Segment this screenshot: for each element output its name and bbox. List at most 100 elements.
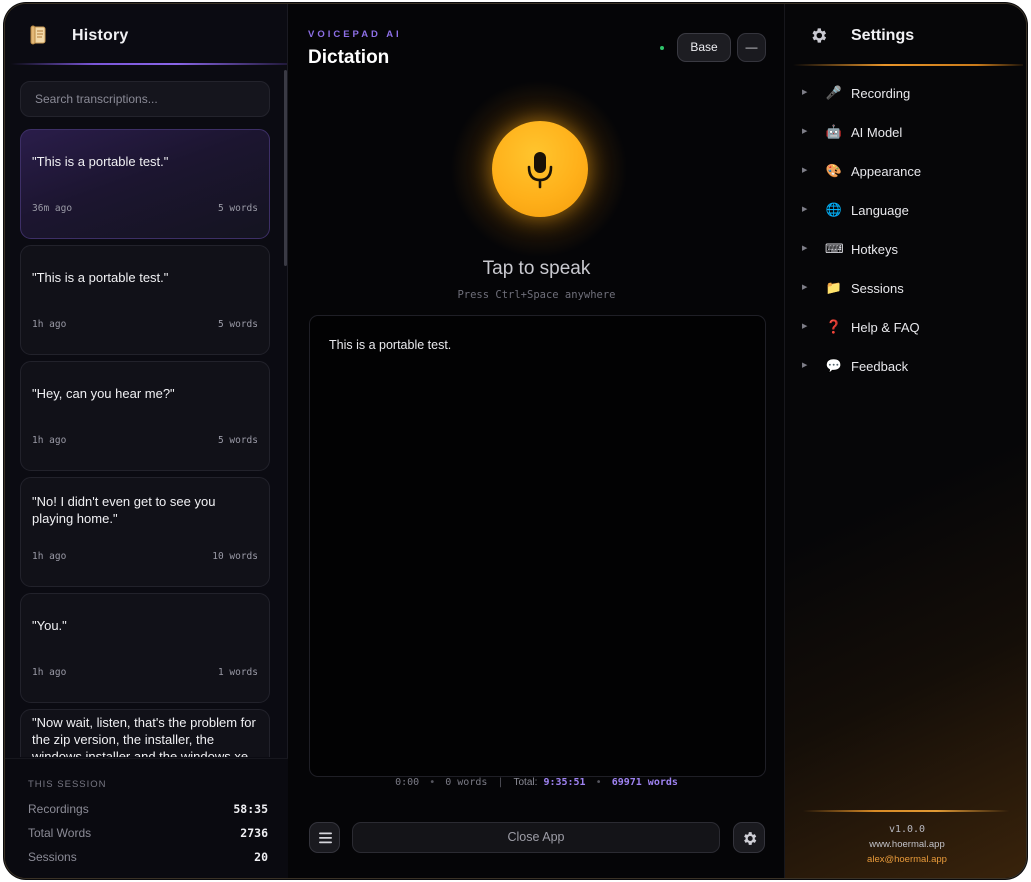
session-stats: THIS SESSION Recordings 58:35 Total Word… (5, 758, 288, 878)
history-item-meta: 1h ago 5 words (32, 319, 258, 330)
session-count-row: Sessions 20 (28, 850, 268, 864)
chevron-right-icon: ▶ (802, 128, 808, 135)
transcript-text: This is a portable test. (329, 338, 452, 352)
settings-item-hotkeys[interactable]: ▶ ⌨ Hotkeys (785, 233, 1026, 267)
history-item[interactable]: "This is a portable test." 1h ago 5 word… (20, 245, 270, 355)
microphone-icon: 🎤 (825, 85, 843, 100)
history-scrollbar[interactable] (284, 70, 287, 266)
total-words: 69971 words (611, 777, 678, 788)
settings-item-feedback[interactable]: ▶ 💬 Feedback (785, 350, 1026, 384)
total-time: 9:35:51 (543, 777, 586, 788)
settings-button[interactable] (733, 822, 765, 853)
history-item[interactable]: "Now wait, listen, that's the problem fo… (20, 709, 270, 757)
settings-item-ai-model[interactable]: ▶ 🤖 AI Model (785, 116, 1026, 150)
record-button[interactable] (492, 121, 588, 217)
settings-item-recording[interactable]: ▶ 🎤 Recording (785, 77, 1026, 111)
history-item-time: 1h ago (32, 551, 67, 562)
session-heading: THIS SESSION (28, 779, 107, 790)
settings-panel: Settings ▶ 🎤 Recording ▶ 🤖 AI Model ▶ 🎨 … (784, 4, 1026, 878)
settings-item-label: Appearance (851, 164, 922, 179)
hotkey-hint: Press Ctrl+Space anywhere (457, 289, 616, 301)
current-words: 0 words (445, 777, 488, 788)
menu-button[interactable] (309, 822, 340, 853)
robot-icon: 🤖 (825, 124, 843, 139)
microphone-icon (527, 152, 553, 189)
settings-item-label: Feedback (851, 359, 909, 374)
settings-item-language[interactable]: ▶ 🌐 Language (785, 194, 1026, 228)
history-item-text: "You." (32, 618, 67, 633)
chevron-right-icon: ▶ (802, 362, 808, 369)
version-label: v1.0.0 (888, 824, 926, 835)
chevron-right-icon: ▶ (802, 206, 808, 213)
chevron-right-icon: ▶ (802, 245, 808, 252)
globe-icon: 🌐 (825, 202, 843, 217)
minimize-button[interactable]: — (737, 33, 766, 62)
settings-item-help[interactable]: ▶ ❓ Help & FAQ (785, 311, 1026, 345)
history-item-words: 5 words (217, 203, 258, 214)
history-title: History (72, 27, 129, 44)
history-item-words: 1 words (217, 667, 258, 678)
history-panel: History "This is a portable test." 36m a… (5, 4, 288, 878)
app-window: History "This is a portable test." 36m a… (4, 3, 1027, 879)
chevron-right-icon: ▶ (802, 323, 808, 330)
session-words-value: 2736 (240, 826, 268, 840)
chevron-right-icon: ▶ (802, 284, 808, 291)
history-divider (11, 63, 287, 65)
website-link[interactable]: www.hoermal.app (785, 839, 1026, 850)
session-recordings-label: Recordings (28, 802, 89, 816)
history-item[interactable]: "This is a portable test." 36m ago 5 wor… (20, 129, 270, 239)
chevron-right-icon: ▶ (802, 89, 808, 96)
settings-divider (793, 64, 1023, 66)
settings-item-label: Help & FAQ (851, 320, 920, 335)
gear-icon (744, 832, 757, 845)
folder-icon: 📁 (825, 280, 843, 295)
gear-icon (812, 28, 827, 43)
history-item-text: "This is a portable test." (32, 270, 169, 285)
history-item[interactable]: "No! I didn't even get to see you playin… (20, 477, 270, 587)
tap-to-speak-label: Tap to speak (482, 258, 591, 279)
settings-item-label: Recording (851, 86, 911, 101)
history-item-time: 1h ago (32, 667, 67, 678)
settings-item-label: Sessions (851, 281, 904, 296)
keyboard-icon: ⌨ (825, 241, 844, 256)
history-item-time: 36m ago (32, 203, 73, 214)
history-header: History (5, 4, 288, 66)
history-item-words: 5 words (217, 319, 258, 330)
history-item[interactable]: "Hey, can you hear me?" 1h ago 5 words (20, 361, 270, 471)
history-item-meta: 1h ago 1 words (32, 667, 258, 678)
brand-label: VOICEPAD AI (308, 29, 402, 40)
session-count-label: Sessions (28, 850, 77, 864)
history-item-time: 1h ago (32, 319, 67, 330)
chevron-right-icon: ▶ (802, 167, 808, 174)
settings-item-label: Hotkeys (851, 242, 898, 257)
history-item-meta: 1h ago 5 words (32, 435, 258, 446)
transcript-area[interactable]: This is a portable test. (309, 315, 766, 777)
history-item-words: 10 words (212, 551, 258, 562)
speech-bubble-icon: 💬 (825, 358, 843, 373)
session-words-label: Total Words (28, 826, 92, 840)
hamburger-icon (319, 832, 332, 844)
footer-divider (803, 810, 1009, 812)
history-item-text: "Hey, can you hear me?" (32, 386, 175, 401)
history-list: "This is a portable test." 36m ago 5 wor… (20, 129, 270, 757)
page-title: Dictation (308, 47, 390, 68)
history-item-meta: 36m ago 5 words (32, 203, 258, 214)
search-input[interactable] (20, 81, 270, 117)
question-icon: ❓ (825, 319, 843, 334)
history-item-time: 1h ago (32, 435, 67, 446)
history-item-text: "This is a portable test." (32, 154, 169, 169)
settings-item-appearance[interactable]: ▶ 🎨 Appearance (785, 155, 1026, 189)
close-app-button[interactable]: Close App (352, 822, 720, 853)
history-item-text: "Now wait, listen, that's the problem fo… (32, 715, 256, 757)
model-button[interactable]: Base (677, 33, 731, 62)
settings-title: Settings (851, 27, 915, 44)
status-indicator (660, 46, 664, 50)
history-item-meta: 1h ago 10 words (32, 551, 258, 562)
history-item[interactable]: "You." 1h ago 1 words (20, 593, 270, 703)
total-label: Total: (513, 777, 538, 788)
dictation-panel: VOICEPAD AI Dictation Base — Tap to spea… (289, 4, 784, 878)
current-duration: 0:00 (395, 777, 420, 788)
settings-item-sessions[interactable]: ▶ 📁 Sessions (785, 272, 1026, 306)
history-item-words: 5 words (217, 435, 258, 446)
email-link[interactable]: alex@hoermal.app (785, 854, 1026, 865)
